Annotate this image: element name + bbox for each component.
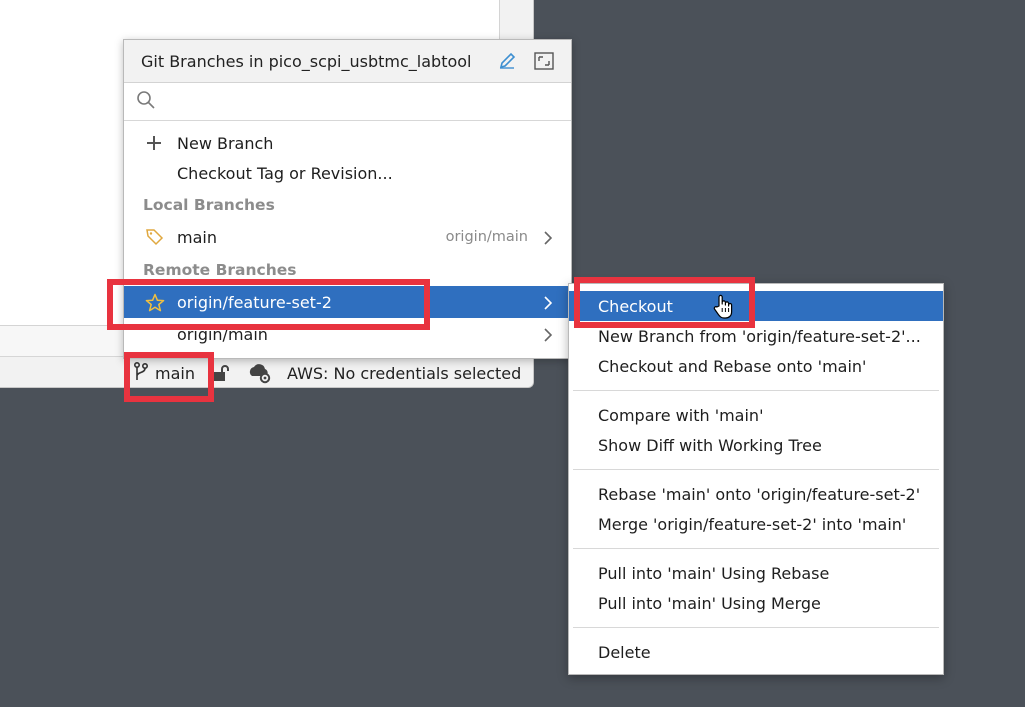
remote-branches-header: Remote Branches: [143, 260, 297, 279]
checkout-tag-label: Checkout Tag or Revision...: [177, 163, 393, 183]
checkout-item[interactable]: Checkout: [569, 291, 943, 321]
git-branch-icon: [133, 361, 149, 385]
aws-credentials-status[interactable]: AWS: No credentials selected: [287, 357, 521, 387]
star-icon: [145, 293, 165, 317]
maximize-icon[interactable]: [534, 52, 554, 74]
git-branch-widget[interactable]: main: [133, 357, 195, 387]
branch-name: origin/main: [177, 324, 268, 344]
aws-cloud-gear-icon[interactable]: [247, 362, 273, 387]
hand-cursor-icon: [713, 294, 733, 324]
edit-pencil-icon[interactable]: [498, 52, 516, 74]
checkout-and-rebase-item[interactable]: Checkout and Rebase onto 'main': [569, 351, 943, 381]
pull-merge-item[interactable]: Pull into 'main' Using Merge: [569, 588, 943, 618]
chevron-right-icon: [544, 327, 553, 346]
delete-item[interactable]: Delete: [569, 637, 943, 667]
compare-with-item[interactable]: Compare with 'main': [569, 400, 943, 430]
lock-icon[interactable]: [212, 364, 230, 386]
search-icon: [136, 90, 156, 114]
chevron-right-icon: [544, 295, 553, 314]
new-branch-item[interactable]: New Branch: [124, 128, 571, 158]
local-branches-header: Local Branches: [143, 195, 275, 214]
separator: [569, 460, 943, 479]
rebase-item[interactable]: Rebase 'main' onto 'origin/feature-set-2…: [569, 479, 943, 509]
merge-item[interactable]: Merge 'origin/feature-set-2' into 'main': [569, 509, 943, 539]
separator: [569, 618, 943, 637]
status-bar: main AWS: No credentials selected: [0, 356, 533, 387]
separator: [569, 381, 943, 400]
branch-search-input[interactable]: [164, 92, 544, 111]
new-branch-label: New Branch: [177, 133, 274, 153]
branch-name: origin/feature-set-2: [177, 292, 332, 312]
remote-branch-origin-main[interactable]: origin/main: [124, 318, 571, 350]
tracking-branch: origin/main: [445, 229, 528, 245]
new-branch-from-item[interactable]: New Branch from 'origin/feature-set-2'..…: [569, 321, 943, 351]
search-row: [124, 83, 571, 121]
checkout-tag-item[interactable]: Checkout Tag or Revision...: [124, 158, 571, 188]
branch-name: main: [177, 227, 217, 247]
chevron-right-icon: [544, 230, 553, 249]
local-branch-main[interactable]: main origin/main: [124, 221, 571, 253]
separator: [569, 539, 943, 558]
pull-rebase-item[interactable]: Pull into 'main' Using Rebase: [569, 558, 943, 588]
git-branches-popup: Git Branches in pico_scpi_usbtmc_labtool: [123, 39, 572, 359]
remote-branch-feature-set-2[interactable]: origin/feature-set-2: [124, 286, 571, 318]
popup-header: Git Branches in pico_scpi_usbtmc_labtool: [124, 40, 571, 83]
show-diff-item[interactable]: Show Diff with Working Tree: [569, 430, 943, 460]
plus-icon: [146, 135, 162, 155]
popup-title: Git Branches in pico_scpi_usbtmc_labtool: [141, 51, 472, 71]
git-branch-label: main: [155, 363, 195, 383]
branch-actions-submenu: Checkout New Branch from 'origin/feature…: [568, 283, 944, 675]
tag-icon: [145, 228, 165, 250]
